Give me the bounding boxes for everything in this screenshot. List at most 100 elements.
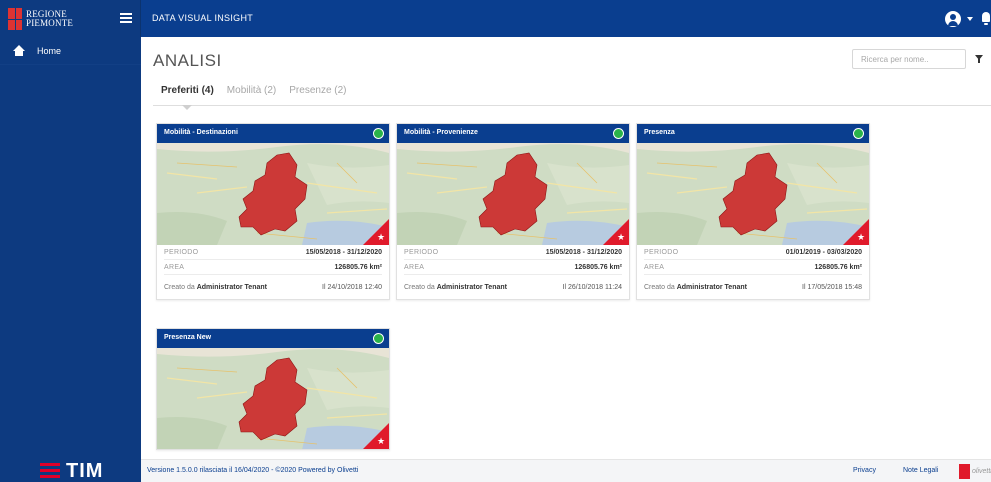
- tab-mobilita[interactable]: Mobilità (2): [227, 81, 276, 105]
- tabs-divider: [153, 105, 991, 106]
- star-icon: ★: [617, 232, 626, 242]
- brand-area: REGIONE PIEMONTE: [0, 0, 141, 37]
- card-header: Mobilità - Provenienze: [397, 124, 629, 143]
- star-icon: ★: [377, 232, 386, 242]
- card-info: PERIODO 15/05/2018 - 31/12/2020 AREA 126…: [157, 245, 389, 299]
- creator-prefix: Creato da: [644, 283, 675, 291]
- olivetti-mark-icon: [959, 464, 970, 479]
- area-row: AREA 126805.76 km²: [404, 260, 622, 275]
- period-row: PERIODO 15/05/2018 - 31/12/2020: [164, 245, 382, 260]
- sidebar-item-label: Home: [37, 45, 62, 56]
- status-indicator-icon: [853, 128, 864, 139]
- card-map-preview[interactable]: ★: [637, 143, 869, 245]
- version-text: Versione 1.5.0.0 rilasciata il 16/04/202…: [147, 467, 359, 474]
- card-info: PERIODO 15/05/2018 - 31/12/2020 AREA 126…: [397, 245, 629, 299]
- flag-icon: [8, 8, 22, 30]
- olivetti-logo[interactable]: olivetti: [959, 464, 991, 479]
- card-header: Presenza New: [157, 329, 389, 348]
- star-icon: ★: [377, 436, 386, 446]
- analysis-card[interactable]: Presenza New ★: [156, 328, 390, 450]
- top-bar: REGIONE PIEMONTE DATA VISUAL INSIGHT: [0, 0, 991, 37]
- tim-wordmark: TIM: [66, 459, 104, 482]
- area-value: 126805.76 km²: [334, 263, 382, 271]
- filter-icon[interactable]: [975, 55, 983, 64]
- period-value: 15/05/2018 - 31/12/2020: [545, 248, 622, 256]
- tab-presenze[interactable]: Presenze (2): [289, 81, 346, 105]
- app-root: REGIONE PIEMONTE DATA VISUAL INSIGHT Hom…: [0, 0, 991, 482]
- creator-name: Administrator Tenant: [676, 283, 747, 291]
- card-title: Presenza New: [164, 334, 212, 341]
- created-at: Il 26/10/2018 11:24: [562, 283, 622, 291]
- app-title: DATA VISUAL INSIGHT: [152, 13, 254, 23]
- sidebar: Home TIM: [0, 37, 141, 482]
- area-value: 126805.76 km²: [574, 263, 622, 271]
- tab-bar: Preferiti (4) Mobilità (2) Presenze (2): [161, 81, 360, 105]
- logo-text: REGIONE PIEMONTE: [26, 10, 73, 28]
- area-label: AREA: [644, 263, 665, 271]
- card-map-preview[interactable]: ★: [157, 348, 389, 449]
- user-avatar-icon[interactable]: [945, 11, 961, 27]
- period-row: PERIODO 15/05/2018 - 31/12/2020: [404, 245, 622, 260]
- creator-name: Administrator Tenant: [436, 283, 507, 291]
- card-header: Presenza: [637, 124, 869, 143]
- regione-piemonte-logo[interactable]: REGIONE PIEMONTE: [8, 7, 98, 31]
- star-icon: ★: [857, 232, 866, 242]
- card-map-preview[interactable]: ★: [397, 143, 629, 245]
- period-label: PERIODO: [644, 248, 679, 256]
- card-footer: Creato da Administrator Tenant Il 24/10/…: [164, 275, 382, 299]
- analysis-card[interactable]: Presenza ★ PERIODO 01/01/2019 - 03/03/20…: [636, 123, 870, 300]
- sidebar-item-home[interactable]: Home: [0, 37, 141, 65]
- analysis-card[interactable]: Mobilità - Destinazioni ★ PERIODO 15/05/…: [156, 123, 390, 300]
- creator: Creato da Administrator Tenant: [404, 284, 507, 291]
- active-tab-indicator: [182, 105, 192, 110]
- period-row: PERIODO 01/01/2019 - 03/03/2020: [644, 245, 862, 260]
- tim-logo: TIM: [40, 460, 103, 482]
- home-icon: [13, 44, 25, 56]
- logo-line-2: PIEMONTE: [26, 18, 74, 28]
- chevron-down-icon[interactable]: [967, 17, 973, 21]
- olivetti-wordmark: olivetti: [972, 468, 991, 475]
- status-indicator-icon: [373, 333, 384, 344]
- card-info: PERIODO 01/01/2019 - 03/03/2020 AREA 126…: [637, 245, 869, 299]
- hamburger-menu-icon[interactable]: [120, 13, 132, 23]
- map-thumbnail: [157, 143, 389, 245]
- status-indicator-icon: [613, 128, 624, 139]
- card-map-preview[interactable]: ★: [157, 143, 389, 245]
- creator: Creato da Administrator Tenant: [164, 284, 267, 291]
- map-thumbnail: [157, 348, 389, 449]
- period-value: 01/01/2019 - 03/03/2020: [785, 248, 862, 256]
- creator-name: Administrator Tenant: [196, 283, 267, 291]
- period-label: PERIODO: [164, 248, 199, 256]
- created-at: Il 24/10/2018 12:40: [322, 283, 382, 291]
- area-value: 126805.76 km²: [814, 263, 862, 271]
- period-value: 15/05/2018 - 31/12/2020: [305, 248, 382, 256]
- area-label: AREA: [164, 263, 185, 271]
- map-thumbnail: [397, 143, 629, 245]
- area-row: AREA 126805.76 km²: [644, 260, 862, 275]
- search-input[interactable]: [852, 49, 966, 69]
- privacy-link[interactable]: Privacy: [853, 467, 876, 474]
- status-indicator-icon: [373, 128, 384, 139]
- card-header: Mobilità - Destinazioni: [157, 124, 389, 143]
- card-footer: Creato da Administrator Tenant Il 26/10/…: [404, 275, 622, 299]
- card-footer: Creato da Administrator Tenant Il 17/05/…: [644, 275, 862, 299]
- card-title: Mobilità - Provenienze: [404, 129, 478, 136]
- legal-notes-link[interactable]: Note Legali: [903, 467, 938, 474]
- map-thumbnail: [637, 143, 869, 245]
- main-content: ANALISI Preferiti (4) Mobilità (2) Prese…: [141, 37, 991, 459]
- card-title: Mobilità - Destinazioni: [164, 129, 238, 136]
- footer: Versione 1.5.0.0 rilasciata il 16/04/202…: [141, 459, 991, 482]
- tab-preferiti[interactable]: Preferiti (4): [161, 81, 214, 105]
- page-title: ANALISI: [153, 51, 222, 70]
- period-label: PERIODO: [404, 248, 439, 256]
- card-title: Presenza: [644, 129, 675, 136]
- tim-mark-icon: [40, 463, 60, 479]
- creator-prefix: Creato da: [404, 283, 435, 291]
- creator: Creato da Administrator Tenant: [644, 284, 747, 291]
- creator-prefix: Creato da: [164, 283, 195, 291]
- created-at: Il 17/05/2018 15:48: [802, 283, 862, 291]
- area-label: AREA: [404, 263, 425, 271]
- bell-icon[interactable]: [981, 12, 991, 25]
- analysis-card[interactable]: Mobilità - Provenienze ★ PERIODO 15/05/2…: [396, 123, 630, 300]
- area-row: AREA 126805.76 km²: [164, 260, 382, 275]
